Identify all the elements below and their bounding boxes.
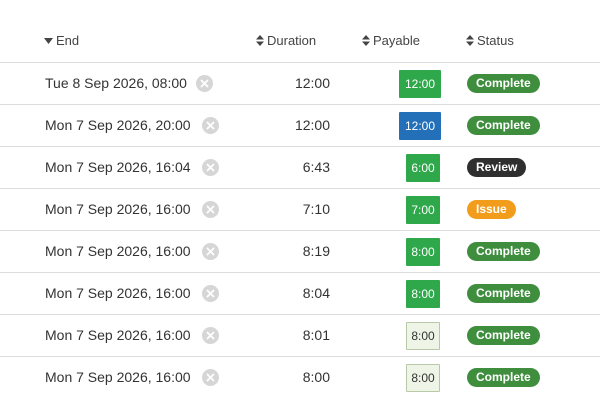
- end-time: Mon 7 Sep 2026, 16:00: [45, 285, 191, 301]
- clear-icon[interactable]: [202, 159, 219, 176]
- duration-value: 12:00: [294, 75, 330, 91]
- payable-badge[interactable]: 7:00: [406, 196, 440, 224]
- table-row[interactable]: Mon 7 Sep 2026, 16:00 7:10 7:00 Issue: [0, 189, 600, 231]
- payable-badge[interactable]: 8:00: [406, 238, 440, 266]
- clear-icon[interactable]: [202, 201, 219, 218]
- sort-icon: [466, 35, 474, 46]
- clear-icon[interactable]: [202, 327, 219, 344]
- column-header-end-label: End: [56, 33, 80, 48]
- status-badge: Complete: [467, 116, 540, 135]
- payable-badge[interactable]: 6:00: [406, 154, 440, 182]
- status-badge: Complete: [467, 284, 540, 303]
- end-time: Mon 7 Sep 2026, 20:00: [45, 117, 191, 133]
- payable-badge[interactable]: 8:00: [406, 280, 440, 308]
- sort-icon: [256, 35, 264, 46]
- table-row[interactable]: Mon 7 Sep 2026, 20:00 12:00 12:00 Complete: [0, 105, 600, 147]
- duration-value: 8:04: [302, 285, 330, 301]
- payable-badge[interactable]: 8:00: [406, 364, 440, 392]
- end-time: Tue 8 Sep 2026, 08:00: [45, 75, 187, 91]
- status-badge: Complete: [467, 242, 540, 261]
- table-row[interactable]: Mon 7 Sep 2026, 16:00 8:00 8:00 Complete: [0, 357, 600, 399]
- payable-badge[interactable]: 12:00: [399, 70, 441, 98]
- end-time: Mon 7 Sep 2026, 16:04: [45, 159, 191, 175]
- sort-desc-icon: [44, 37, 53, 44]
- clear-icon[interactable]: [196, 75, 213, 92]
- status-badge: Complete: [467, 368, 540, 387]
- table-header: End Duration Payable Status: [0, 0, 600, 63]
- column-header-status[interactable]: Status: [466, 33, 514, 48]
- end-time: Mon 7 Sep 2026, 16:00: [45, 369, 191, 385]
- status-badge: Complete: [467, 74, 540, 93]
- clear-icon[interactable]: [202, 117, 219, 134]
- end-time: Mon 7 Sep 2026, 16:00: [45, 243, 191, 259]
- timesheet-table: End Duration Payable Status Tue 8 Sep 20…: [0, 0, 600, 399]
- duration-value: 12:00: [294, 117, 330, 133]
- status-badge: Review: [467, 158, 527, 177]
- table-row[interactable]: Mon 7 Sep 2026, 16:00 8:19 8:00 Complete: [0, 231, 600, 273]
- column-header-duration[interactable]: Duration: [256, 33, 316, 48]
- duration-value: 8:19: [302, 243, 330, 259]
- table-body: Tue 8 Sep 2026, 08:00 12:00 12:00 Complete M…: [0, 63, 600, 399]
- clear-icon[interactable]: [202, 369, 219, 386]
- duration-value: 8:01: [302, 327, 330, 343]
- clear-icon[interactable]: [202, 243, 219, 260]
- end-time: Mon 7 Sep 2026, 16:00: [45, 201, 191, 217]
- end-time: Mon 7 Sep 2026, 16:00: [45, 327, 191, 343]
- duration-value: 8:00: [302, 369, 330, 385]
- table-row[interactable]: Mon 7 Sep 2026, 16:04 6:43 6:00 Review: [0, 147, 600, 189]
- duration-value: 6:43: [302, 159, 330, 175]
- table-row[interactable]: Mon 7 Sep 2026, 16:00 8:01 8:00 Complete: [0, 315, 600, 357]
- payable-badge[interactable]: 8:00: [406, 322, 440, 350]
- status-badge: Issue: [467, 200, 516, 219]
- column-header-payable-label: Payable: [373, 33, 420, 48]
- table-row[interactable]: Mon 7 Sep 2026, 16:00 8:04 8:00 Complete: [0, 273, 600, 315]
- payable-badge[interactable]: 12:00: [399, 112, 441, 140]
- column-header-duration-label: Duration: [267, 33, 317, 48]
- sort-icon: [362, 35, 370, 46]
- column-header-status-label: Status: [477, 33, 514, 48]
- table-row[interactable]: Tue 8 Sep 2026, 08:00 12:00 12:00 Complete: [0, 63, 600, 105]
- status-badge: Complete: [467, 326, 540, 345]
- clear-icon[interactable]: [202, 285, 219, 302]
- column-header-payable[interactable]: Payable: [362, 33, 420, 48]
- column-header-end[interactable]: End: [44, 33, 79, 48]
- duration-value: 7:10: [302, 201, 330, 217]
